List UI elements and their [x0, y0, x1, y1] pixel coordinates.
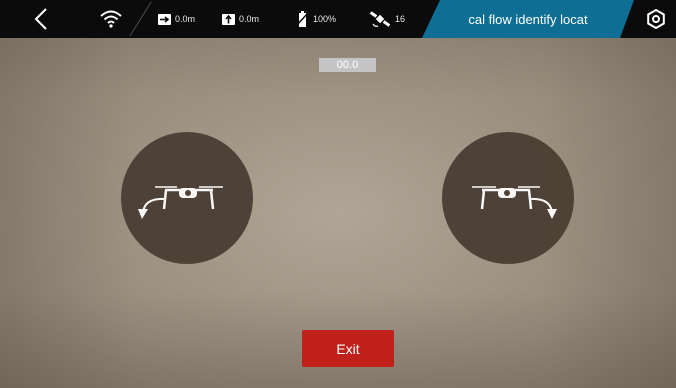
horizontal-distance-value: 0.0m [175, 14, 196, 24]
mode-title-tab: cal flow identify locat [422, 0, 634, 38]
battery-status: 100% [296, 0, 336, 38]
satellite-count: 16 [395, 14, 406, 24]
rotate-right-button[interactable] [442, 132, 574, 264]
back-button[interactable] [28, 0, 54, 38]
rotate-left-button[interactable] [121, 132, 253, 264]
horizontal-distance: 0.0m [158, 0, 195, 38]
satellite-icon [370, 11, 390, 27]
satellite-status: 16 [370, 0, 405, 38]
wifi-icon [100, 10, 122, 28]
settings-button[interactable] [646, 8, 666, 30]
battery-icon [296, 11, 310, 27]
vertical-distance: 0.0m [222, 0, 259, 38]
wifi-status [100, 0, 122, 38]
battery-value: 100% [313, 14, 337, 24]
drone-rotate-cw-icon [472, 186, 557, 219]
drone-rotate-ccw-icon [138, 186, 223, 219]
vertical-distance-value: 0.0m [239, 14, 260, 24]
top-status-bar: 0.0m 0.0m 100% 16 cal flow identify loca… [0, 0, 676, 38]
arrow-up-icon [222, 13, 235, 25]
chevron-left-icon [34, 8, 47, 30]
arrow-right-icon [158, 13, 171, 25]
gear-icon [647, 8, 665, 30]
mode-title: cal flow identify locat [468, 11, 588, 27]
exit-button[interactable]: Exit [302, 330, 394, 367]
readout-value: 00.0 [319, 58, 376, 72]
topbar-divider [129, 2, 152, 36]
